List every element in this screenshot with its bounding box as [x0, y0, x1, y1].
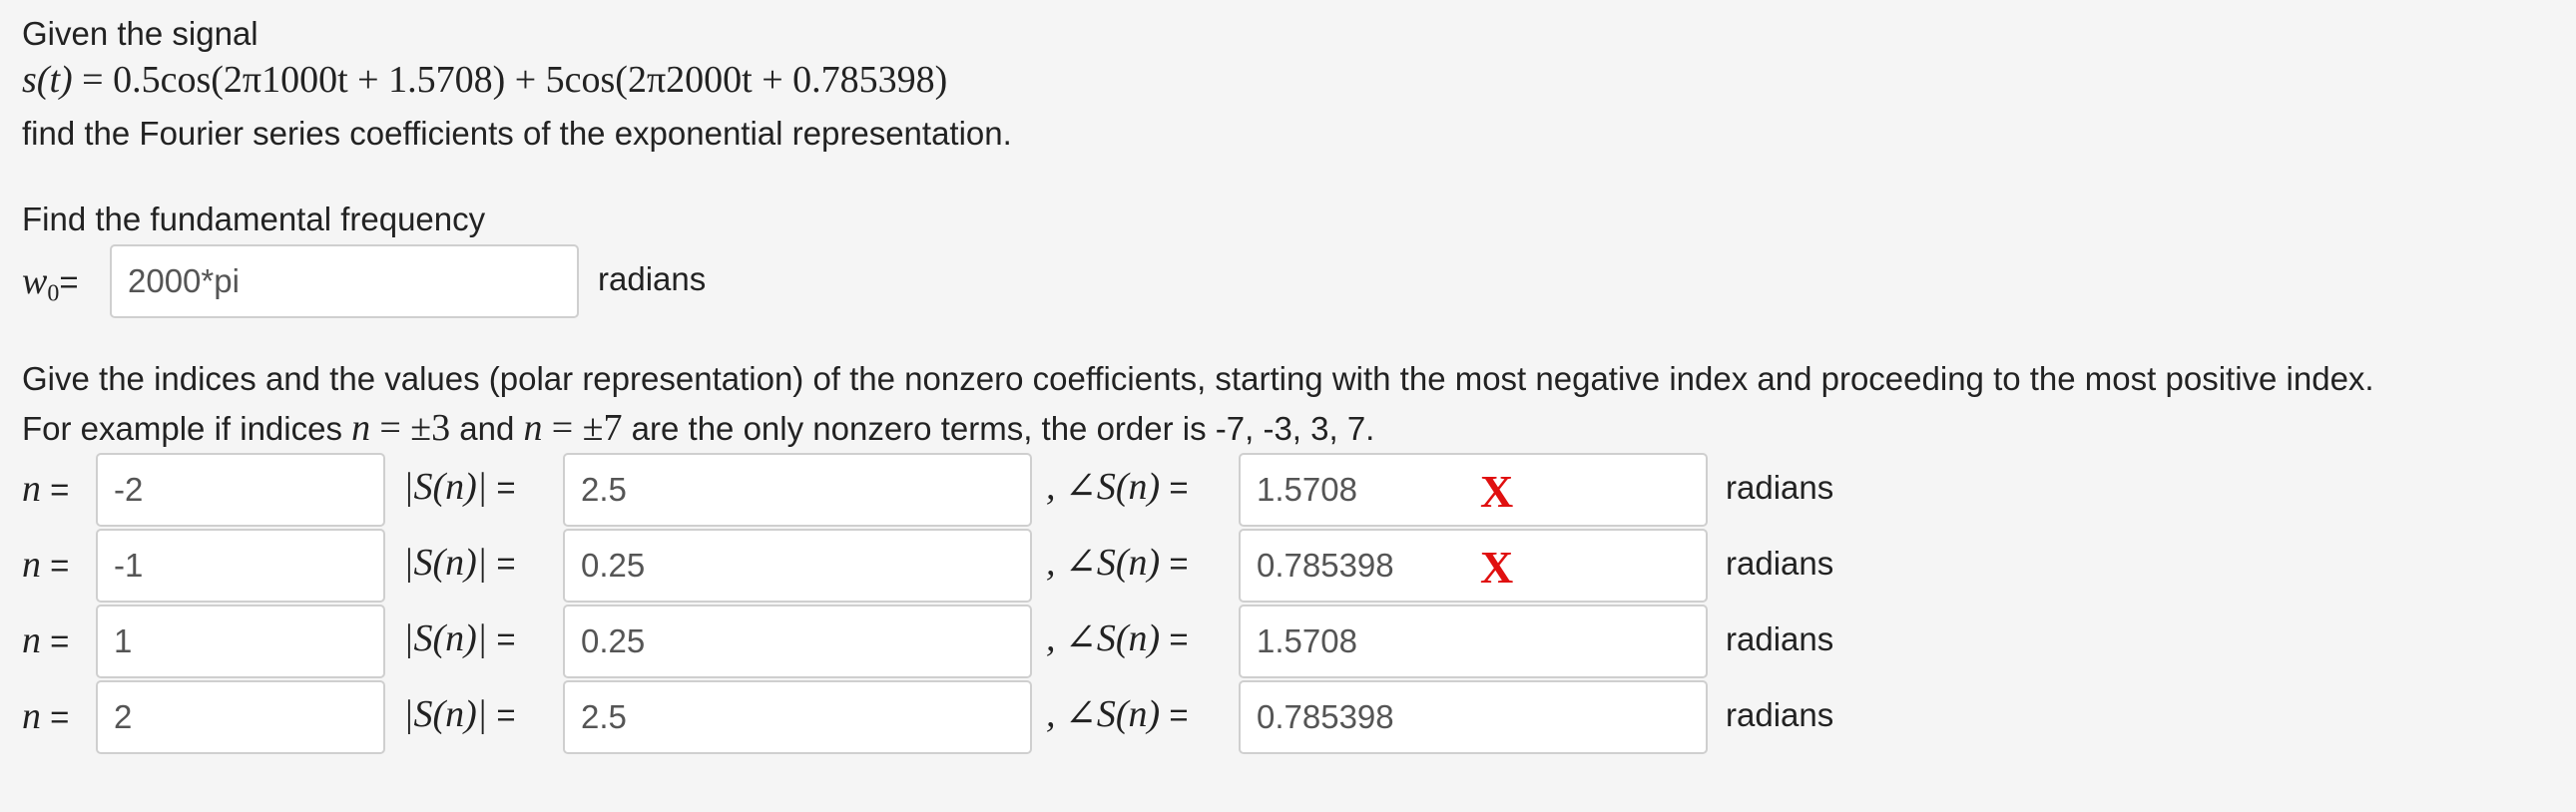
signal-rhs: = 0.5cos(2π1000t + 1.5708) + 5cos(2π2000…: [82, 59, 948, 101]
index-input-3[interactable]: 1: [96, 605, 385, 678]
angle-input-4[interactable]: 0.785398: [1239, 680, 1708, 754]
index-input-2[interactable]: -1: [96, 529, 385, 603]
n-label: n =: [22, 695, 70, 737]
w0-label: w0=: [22, 260, 79, 307]
angle-label: , ∠S(n) =: [1046, 542, 1189, 584]
magnitude-input-4[interactable]: 2.5: [563, 680, 1032, 754]
task-text: find the Fourier series coefficients of …: [22, 115, 1012, 152]
fundamental-prompt: Find the fundamental frequency: [22, 201, 486, 237]
index-input-1[interactable]: -2: [96, 453, 385, 527]
angle-label: , ∠S(n) =: [1046, 617, 1189, 659]
magnitude-label: |S(n)| =: [403, 542, 516, 584]
magnitude-input-3[interactable]: 0.25: [563, 605, 1032, 678]
magnitude-input-1[interactable]: 2.5: [563, 453, 1032, 527]
signal-equation: s(t) = 0.5cos(2π1000t + 1.5708) + 5cos(2…: [22, 60, 947, 100]
angle-units: radians: [1726, 696, 1834, 733]
angle-units: radians: [1726, 620, 1834, 657]
magnitude-input-2[interactable]: 0.25: [563, 529, 1032, 603]
n-label: n =: [22, 468, 70, 510]
fundamental-frequency-input[interactable]: 2000*pi: [110, 244, 579, 318]
magnitude-label: |S(n)| =: [403, 466, 516, 508]
signal-lhs: s(t): [22, 59, 73, 101]
index-input-4[interactable]: 2: [96, 680, 385, 754]
incorrect-x-icon: X: [1480, 542, 1514, 593]
magnitude-label: |S(n)| =: [403, 693, 516, 735]
coefficients-instructions: Give the indices and the values (polar r…: [22, 360, 2374, 397]
incorrect-x-icon: X: [1480, 466, 1514, 517]
angle-input-2[interactable]: 0.785398: [1239, 529, 1708, 603]
angle-input-3[interactable]: 1.5708: [1239, 605, 1708, 678]
angle-units: radians: [1726, 469, 1834, 506]
intro-text: Given the signal: [22, 15, 258, 52]
n-label: n =: [22, 544, 70, 586]
magnitude-label: |S(n)| =: [403, 617, 516, 659]
example-text: For example if indices n = ±3 and n = ±7…: [22, 407, 1375, 449]
angle-label: , ∠S(n) =: [1046, 693, 1189, 735]
n-label: n =: [22, 619, 70, 661]
angle-label: , ∠S(n) =: [1046, 466, 1189, 508]
angle-units: radians: [1726, 545, 1834, 582]
angle-input-1[interactable]: 1.5708: [1239, 453, 1708, 527]
fundamental-units: radians: [598, 260, 707, 297]
